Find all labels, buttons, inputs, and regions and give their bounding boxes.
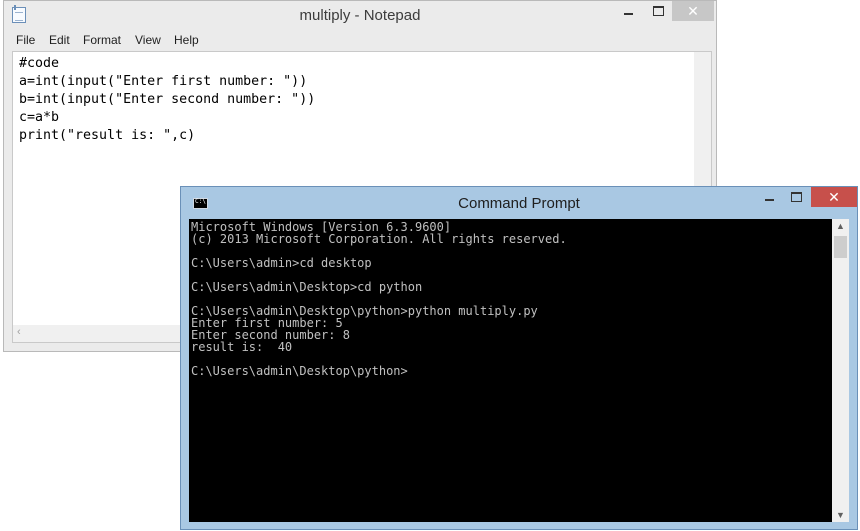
menu-edit[interactable]: Edit <box>49 33 70 47</box>
maximize-icon <box>652 6 664 16</box>
terminal-output[interactable]: Microsoft Windows [Version 6.3.9600] (c)… <box>189 219 832 522</box>
cmd-minimize-button[interactable] <box>756 187 782 207</box>
command-prompt-window: Command Prompt ✕ Microsoft Windows [Vers… <box>180 186 858 530</box>
scroll-thumb[interactable] <box>834 236 847 258</box>
close-icon: ✕ <box>828 188 840 205</box>
notepad-maximize-button[interactable] <box>644 1 672 21</box>
code-line: a=int(input("Enter first number: ")) <box>19 74 308 89</box>
notepad-close-button[interactable]: ✕ <box>672 1 714 21</box>
menu-help[interactable]: Help <box>174 33 199 47</box>
notepad-minimize-button[interactable] <box>614 1 642 21</box>
notepad-title-bar[interactable]: multiply - Notepad ✕ <box>4 1 716 31</box>
terminal-line: C:\Users\admin>cd desktop <box>191 256 372 270</box>
terminal-prompt-line: C:\Users\admin\Desktop\python> <box>191 364 408 378</box>
code-line: print("result is: ",c) <box>19 128 196 143</box>
scroll-down-icon[interactable]: ▼ <box>836 510 845 520</box>
cmd-title-bar[interactable]: Command Prompt ✕ <box>181 187 857 219</box>
cmd-maximize-button[interactable] <box>783 187 809 207</box>
code-line: c=a*b <box>19 110 60 125</box>
cmd-close-button[interactable]: ✕ <box>811 187 857 207</box>
notepad-menu-bar: File Edit Format View Help <box>4 31 716 51</box>
minimize-icon <box>764 199 774 201</box>
cmd-vertical-scrollbar[interactable]: ▲ ▼ <box>832 219 849 522</box>
menu-file[interactable]: File <box>16 33 35 47</box>
maximize-icon <box>790 192 802 202</box>
close-icon: ✕ <box>687 2 699 19</box>
scroll-up-icon[interactable]: ▲ <box>836 221 845 231</box>
terminal-line: C:\Users\admin\Desktop>cd python <box>191 280 423 294</box>
code-line: #code <box>19 56 60 71</box>
terminal-line: (c) 2013 Microsoft Corporation. All righ… <box>191 232 567 246</box>
menu-view[interactable]: View <box>135 33 161 47</box>
menu-format[interactable]: Format <box>83 33 121 47</box>
scroll-left-icon[interactable]: ‹ <box>17 326 21 338</box>
code-line: b=int(input("Enter second number: ")) <box>19 92 316 107</box>
notepad-title: multiply - Notepad <box>299 7 421 24</box>
terminal-line: result is: 40 <box>191 340 293 354</box>
minimize-icon <box>623 13 633 15</box>
